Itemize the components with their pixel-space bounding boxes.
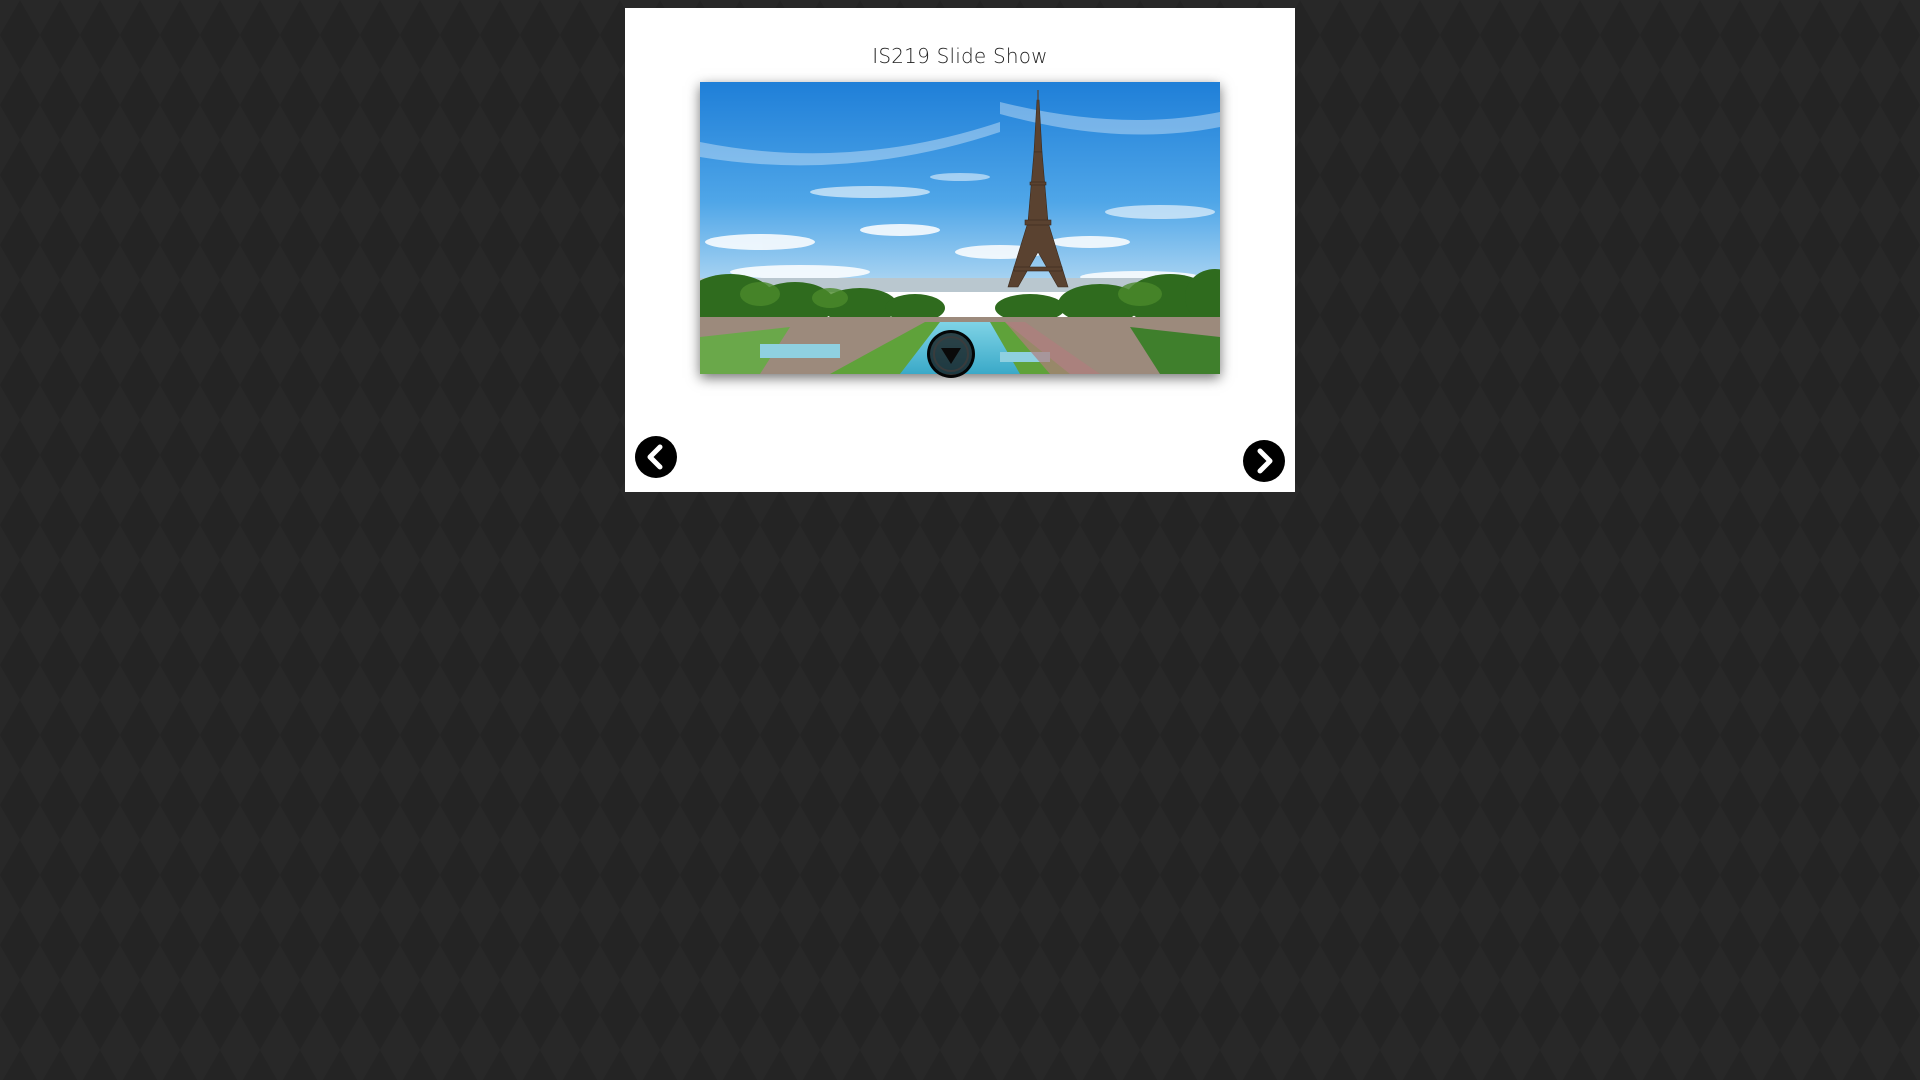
triangle-down-icon	[941, 348, 961, 364]
chevron-right-icon	[1257, 448, 1273, 474]
play-toggle-button[interactable]	[927, 330, 975, 378]
next-slide-button[interactable]	[1243, 440, 1285, 482]
prev-slide-button[interactable]	[635, 436, 677, 478]
chevron-left-icon	[647, 444, 663, 470]
slide-image	[700, 82, 1220, 374]
page-title: IS219 Slide Show	[872, 44, 1048, 68]
slideshow-panel: IS219 Slide Show	[625, 8, 1295, 492]
